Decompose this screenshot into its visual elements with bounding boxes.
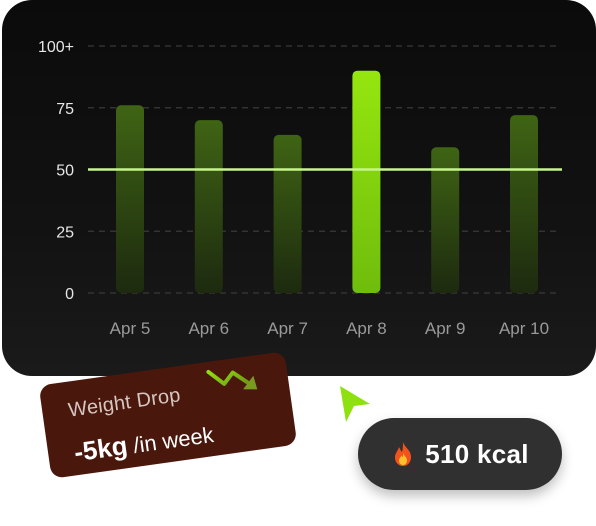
- y-tick-label: 25: [56, 224, 74, 241]
- cursor-arrow-icon: [340, 386, 370, 422]
- x-tick-label: Apr 10: [499, 319, 549, 338]
- weight-drop-value-row: -5kg/in week: [72, 418, 215, 468]
- x-tick-label: Apr 9: [425, 319, 466, 338]
- bar: [510, 115, 538, 293]
- y-tick-label: 75: [56, 101, 74, 118]
- x-tick-label: Apr 5: [110, 319, 151, 338]
- calories-value: 510 kcal: [425, 438, 529, 469]
- x-tick-label: Apr 8: [346, 319, 387, 338]
- workout-stats-widget: 0 25 50 75 100+ Apr 5 Apr 6 Apr 7 Apr 8 Apr 9 Apr …: [0, 0, 596, 526]
- fire-icon: [395, 442, 412, 466]
- weight-drop-unit: /in week: [131, 422, 216, 458]
- x-tick-label: Apr 7: [267, 319, 308, 338]
- calories-badge: 510 kcal: [358, 418, 562, 490]
- weight-drop-value: -5kg: [72, 430, 130, 468]
- trend-down-icon: [206, 369, 258, 390]
- x-tick-label: Apr 6: [188, 319, 229, 338]
- y-tick-label: 50: [56, 163, 74, 180]
- bar: [116, 105, 144, 293]
- bars-layer: [116, 70, 538, 293]
- y-tick-label: 100+: [38, 39, 74, 56]
- bar: [194, 120, 223, 293]
- weekly-chart-card: 0 25 50 75 100+ Apr 5 Apr 6 Apr 7 Apr 8 Apr 9 Apr …: [2, 0, 596, 376]
- bar-highlighted: [352, 70, 381, 293]
- bar-chart: 0 25 50 75 100+ Apr 5 Apr 6 Apr 7 Apr 8 Apr 9 Apr …: [38, 39, 562, 338]
- bar: [273, 134, 302, 293]
- y-tick-label: 0: [65, 286, 74, 303]
- weight-drop-title: Weight Drop: [66, 384, 182, 422]
